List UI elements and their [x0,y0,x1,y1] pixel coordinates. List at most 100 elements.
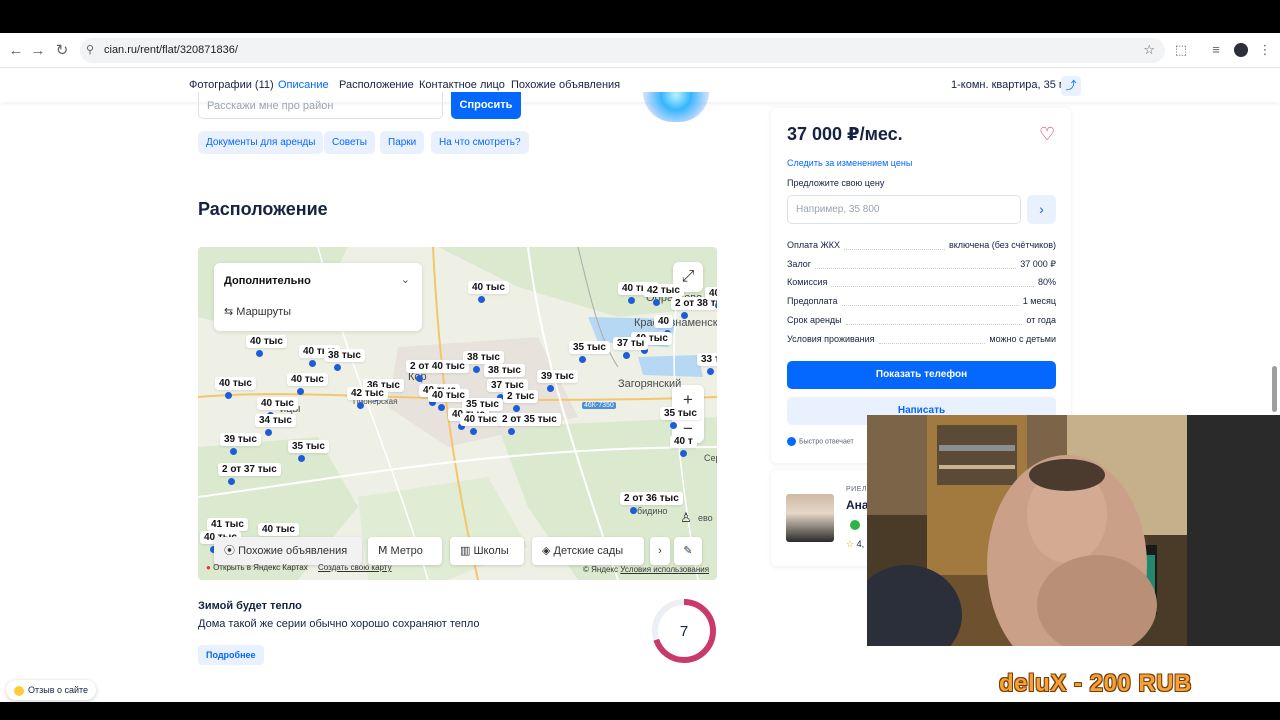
layer-similar-button[interactable]: ⦿ Похожие объявления [214,537,362,565]
ask-button[interactable]: Спросить [451,92,521,119]
map-pin[interactable] [470,428,477,435]
map-price-label[interactable]: 40 тыс [468,281,509,294]
agent-name[interactable]: Ана [846,498,869,512]
ruler-icon[interactable]: ✎ [674,537,702,565]
map-price-label[interactable]: 40 [654,315,674,328]
map-pin[interactable] [508,428,515,435]
map-price-label[interactable]: 40 тыс [257,397,298,410]
map-pin[interactable] [265,429,272,436]
back-icon[interactable]: ← [6,41,26,61]
feedback-button[interactable]: Отзыв о сайте [6,680,97,700]
chevron-down-icon[interactable]: ⌄ [401,273,410,286]
map-price-label[interactable]: 40 тыс [287,373,328,386]
map-price-label[interactable]: 40 тыс [258,523,299,536]
more-button[interactable]: Подробнее [198,645,264,665]
map-pin[interactable] [309,360,316,367]
map-price-label[interactable]: 38 тыс [484,364,525,377]
map-price-label[interactable]: 39 тыс [220,433,261,446]
tab-location[interactable]: Расположение [339,79,414,91]
reload-icon[interactable]: ↻ [52,41,72,61]
map-price-label[interactable]: 2 от 37 тыс [218,463,281,476]
map-pin[interactable] [473,366,480,373]
map-pin[interactable] [478,296,485,303]
browser-menu-icon[interactable]: ⋮ [1256,41,1274,59]
extensions-icon[interactable]: ⬚ [1172,41,1190,59]
map-price-label[interactable]: 2 от 36 тыс [620,492,683,505]
tab-photos[interactable]: Фотографии (11) [189,79,274,91]
map-pin[interactable] [681,312,688,319]
page-scrollbar[interactable] [1272,366,1277,412]
map-pin[interactable] [628,297,635,304]
offer-submit-button[interactable]: › [1027,195,1056,224]
map-pin[interactable] [680,450,687,457]
map-price-label[interactable]: 35 тыс [660,407,701,420]
map-price-label[interactable]: 39 тыс [537,370,578,383]
routes-link[interactable]: ⇆ Маршруты [224,305,291,318]
map-pin[interactable] [256,350,263,357]
map-pin[interactable] [225,392,232,399]
map-pin[interactable] [547,385,554,392]
map-pin[interactable] [438,404,445,411]
chip-rent-documents[interactable]: Документы для аренды [198,131,324,154]
site-info-icon[interactable]: ⚲ [86,43,94,56]
terms-link[interactable]: Условия использования [620,565,709,574]
map-pin[interactable] [579,356,586,363]
map-price-label[interactable]: 40 тыс [460,413,501,426]
tab-similar[interactable]: Похожие объявления [511,79,620,91]
show-phone-button[interactable]: Показать телефон [787,361,1056,389]
map-pin[interactable] [228,478,235,485]
map-price-label[interactable]: 2 от 40 тыс [406,360,469,373]
bookmark-star-icon[interactable]: ☆ [1143,42,1155,58]
map-price-label[interactable]: 2 тыс [503,390,539,403]
map-price-label[interactable]: 40 тыс [246,335,287,348]
layer-metro-button[interactable]: Ⅿ Метро [368,537,442,565]
offer-price-input[interactable]: Например, 35 800 [787,195,1021,224]
forward-icon[interactable]: → [28,41,48,61]
address-bar[interactable]: ⚲ cian.ru/rent/flat/320871836/ ☆ [80,38,1165,63]
chevron-right-icon[interactable]: › [650,537,670,565]
map-pin[interactable] [513,405,520,412]
map-pin[interactable] [357,402,364,409]
map-price-label[interactable]: 40 тыс [215,377,256,390]
tab-description[interactable]: Описание [278,79,329,91]
create-map-link[interactable]: Создать свою карту [318,563,392,572]
agent-avatar[interactable] [786,494,834,542]
location-map[interactable]: Дополнительно ⌄ ⇆ Маршруты ⤢ + − ♙ Образ… [198,247,717,580]
map-price-label[interactable]: 34 тыс [255,414,296,427]
map-price-label[interactable]: 2 от 35 тыс [498,413,561,426]
share-icon[interactable]: ⤴ [1061,76,1081,96]
layer-kindergartens-button[interactable]: ◈ Детские сады [532,537,644,565]
map-price-label[interactable]: 37 ты [613,337,649,350]
district-question-input[interactable]: Расскажи мне про район [198,92,443,119]
chip-parks[interactable]: Парки [380,131,425,154]
map-price-label[interactable]: 38 тыс [463,351,504,364]
follow-price-link[interactable]: Следить за изменением цены [787,158,912,168]
map-price-label[interactable]: 42 тыс [347,387,388,400]
map-pin[interactable] [707,368,714,375]
map-price-label[interactable]: 40 тыс [705,287,717,300]
url-text[interactable]: cian.ru/rent/flat/320871836/ [104,44,238,56]
media-controls-icon[interactable]: ≡ [1207,41,1225,59]
map-pin[interactable] [298,455,305,462]
chip-tips[interactable]: Советы [324,131,375,154]
map-filter-panel[interactable]: Дополнительно ⌄ ⇆ Маршруты [214,263,422,331]
open-in-yandex-link[interactable]: Открыть в Яндекс Картах [213,563,308,572]
map-pin[interactable] [623,352,630,359]
person-location-icon[interactable]: ♙ [673,505,699,531]
map-price-label[interactable]: 35 тыс [569,341,610,354]
map-price-label[interactable]: 41 тыс [207,518,248,531]
layer-schools-button[interactable]: ▥ Школы [450,537,524,565]
map-pin[interactable] [334,364,341,371]
favorite-heart-icon[interactable]: ♡ [1039,124,1055,145]
map-price-label[interactable]: 35 тыс [288,440,329,453]
map-pin[interactable] [416,375,423,382]
map-pin[interactable] [670,422,677,429]
map-price-label[interactable]: 38 тыс [324,349,365,362]
map-pin[interactable] [630,507,637,514]
map-price-label[interactable]: 40 т [670,435,697,448]
map-pin[interactable] [653,299,660,306]
map-price-label[interactable]: 42 тыс [643,284,684,297]
tab-contact[interactable]: Контактное лицо [419,79,505,91]
map-pin[interactable] [297,388,304,395]
map-pin[interactable] [230,448,237,455]
